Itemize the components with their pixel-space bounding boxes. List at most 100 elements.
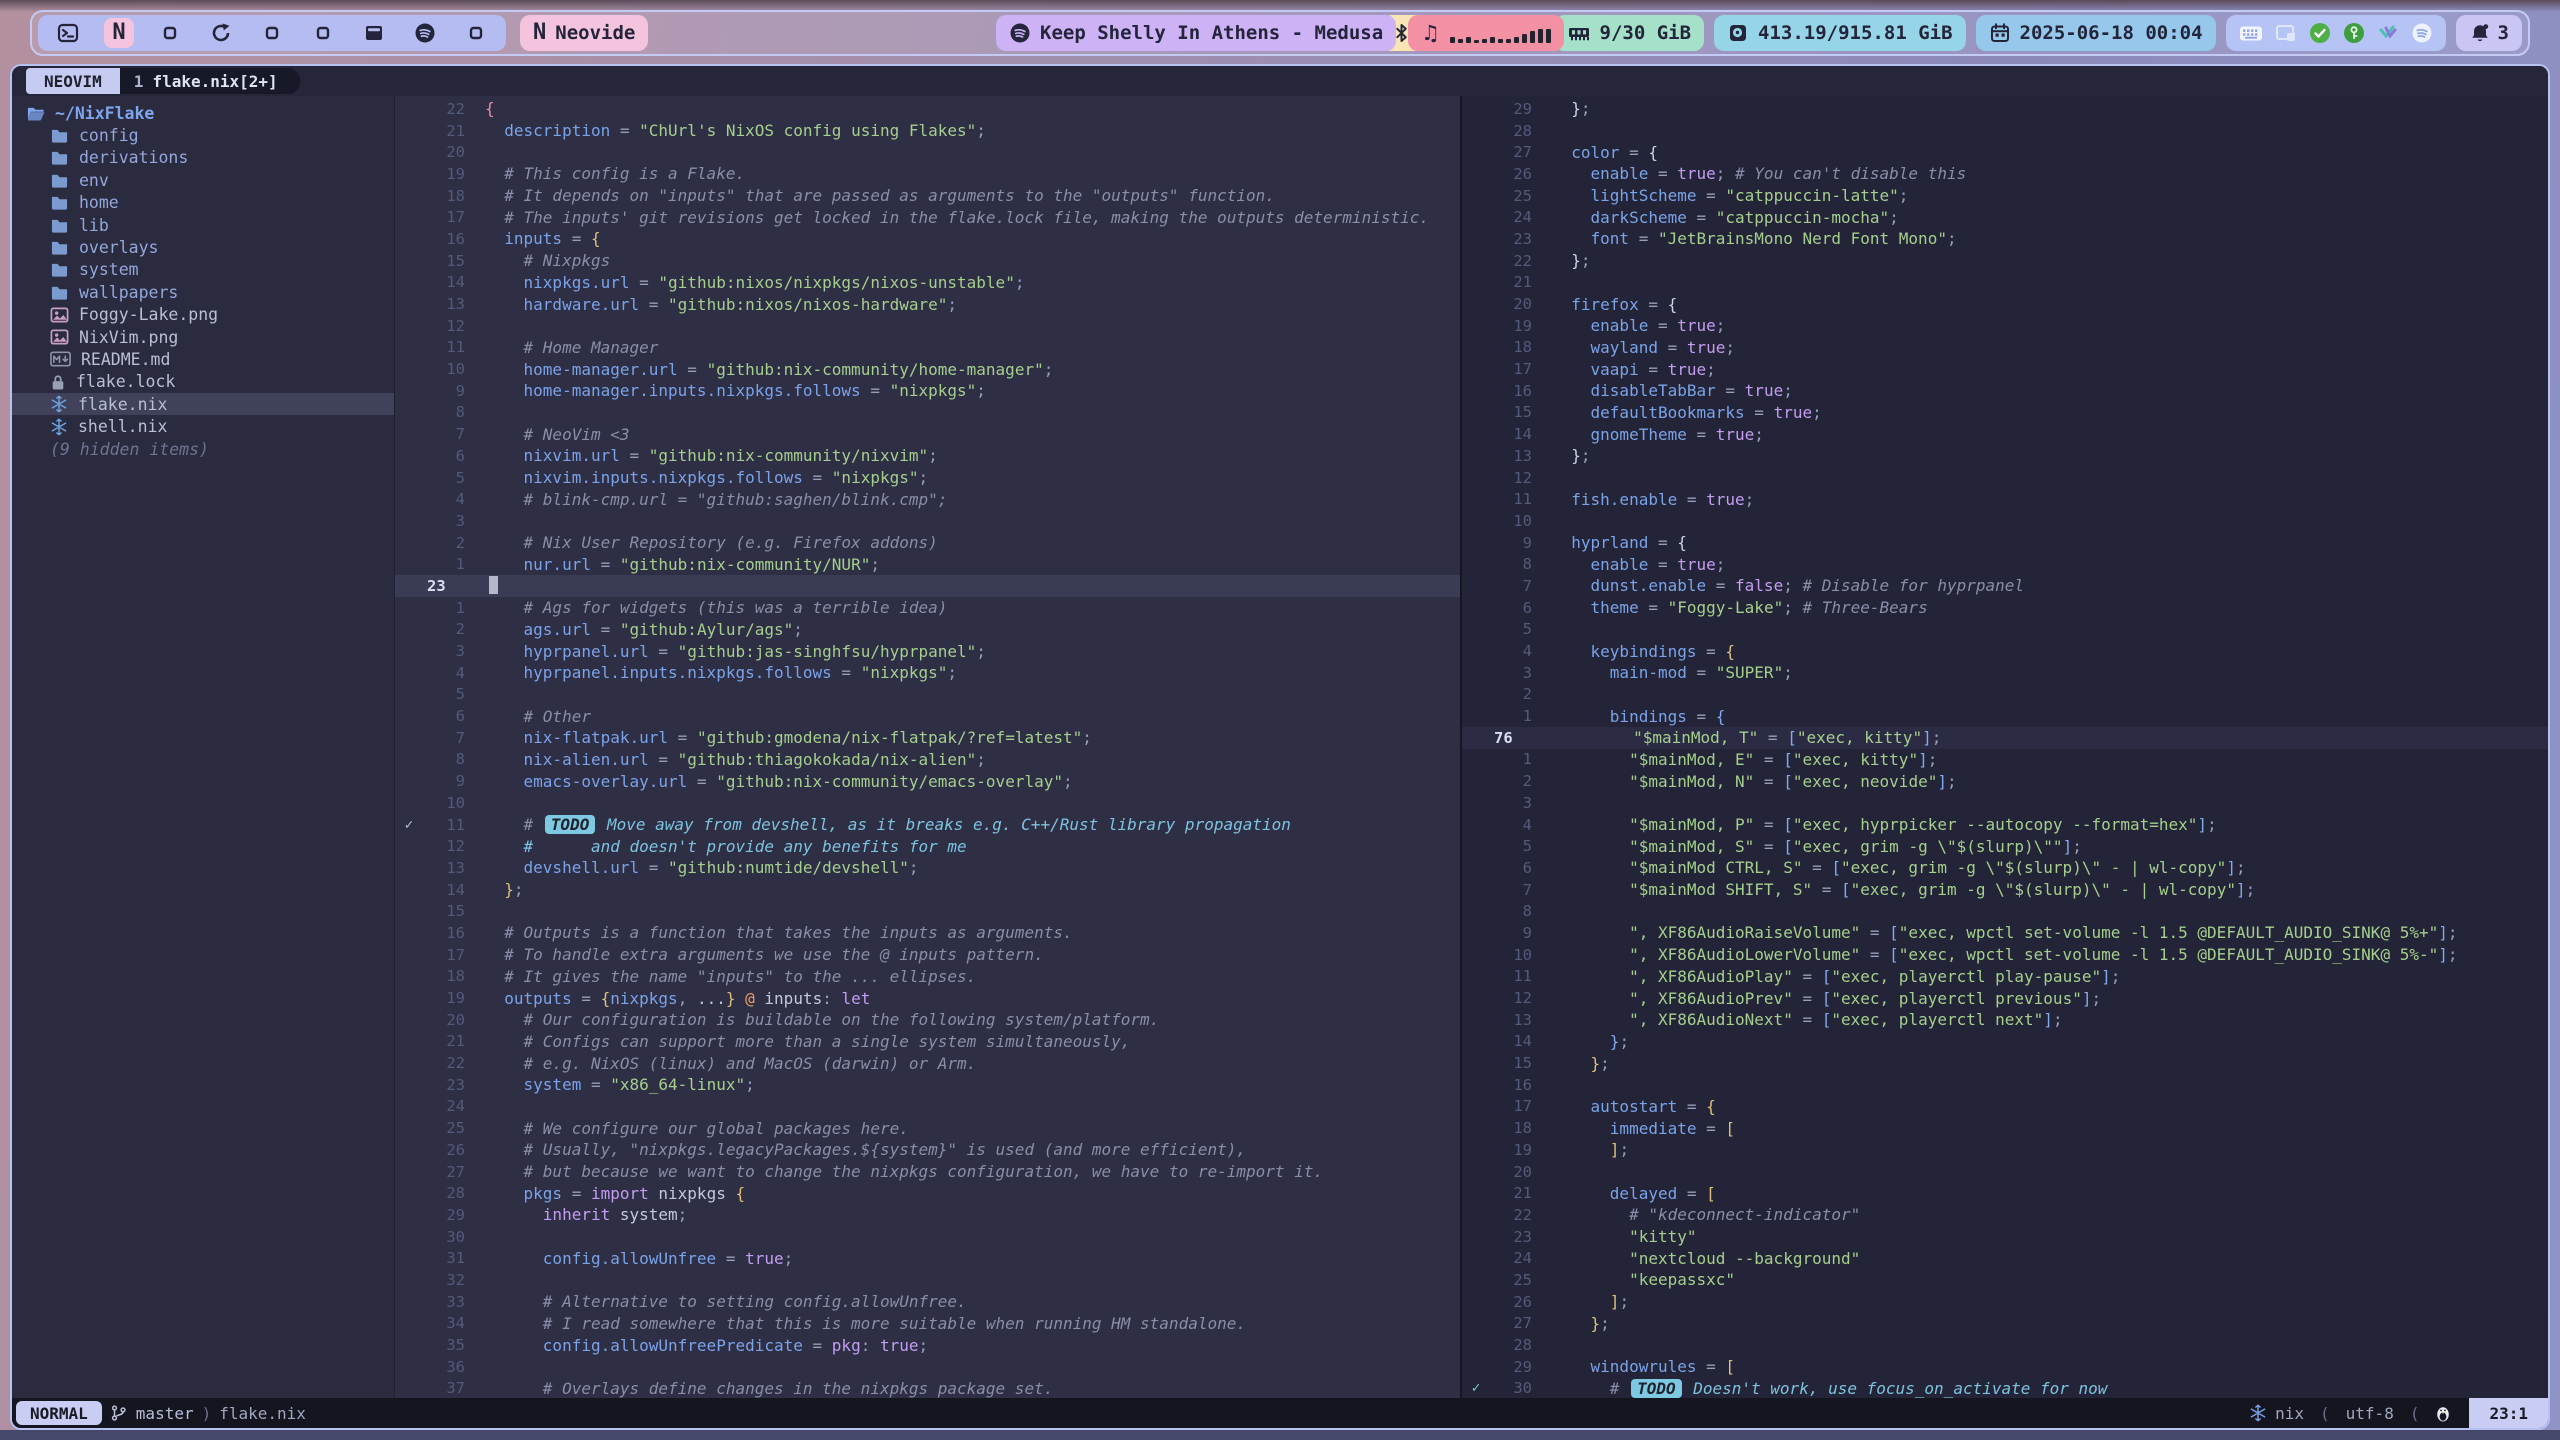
code-line[interactable]: ✓11 # TODO Move away from devshell, as i… — [395, 814, 1460, 836]
code-line[interactable]: 16 — [1462, 1074, 2548, 1096]
code-line[interactable]: 4 keybindings = { — [1462, 640, 2548, 662]
code-line[interactable]: 1 # Ags for widgets (this was a terrible… — [395, 597, 1460, 619]
code-line[interactable]: 18 immediate = [ — [1462, 1117, 2548, 1139]
workspace-9-empty[interactable] — [461, 18, 491, 48]
code-line[interactable]: 36 — [395, 1356, 1460, 1378]
code-line[interactable]: 15 defaultBookmarks = true; — [1462, 402, 2548, 424]
code-line[interactable]: 12 — [395, 315, 1460, 337]
code-line[interactable]: 30 — [395, 1226, 1460, 1248]
tree-item-nixvim-png[interactable]: NixVim.png — [12, 326, 394, 348]
code-line[interactable]: 20 — [395, 141, 1460, 163]
code-line[interactable]: 2 # Nix User Repository (e.g. Firefox ad… — [395, 532, 1460, 554]
tree-item-overlays[interactable]: overlays — [12, 236, 394, 258]
code-line[interactable]: 22 # e.g. NixOS (linux) and MacOS (darwi… — [395, 1052, 1460, 1074]
code-line[interactable]: 27 color = { — [1462, 141, 2548, 163]
code-line[interactable]: 10 ", XF86AudioLowerVolume" = ["exec, wp… — [1462, 944, 2548, 966]
code-line-current[interactable]: 76 "$mainMod, T" = ["exec, kitty"]; — [1462, 727, 2548, 749]
audio-visualizer-widget[interactable]: ♫ — [1408, 15, 1564, 51]
code-line[interactable]: 7 nix-flatpak.url = "github:gmodena/nix-… — [395, 727, 1460, 749]
code-line[interactable]: 2 ags.url = "github:Aylur/ags"; — [395, 619, 1460, 641]
code-line[interactable]: 22{ — [395, 98, 1460, 120]
code-line[interactable]: 31 config.allowUnfree = true; — [395, 1247, 1460, 1269]
code-line[interactable]: 13 hardware.url = "github:nixos/nixos-ha… — [395, 293, 1460, 315]
check-circle-icon[interactable] — [2309, 22, 2331, 44]
code-line[interactable]: 12 # and doesn't provide any benefits fo… — [395, 835, 1460, 857]
code-line[interactable]: 32 — [395, 1269, 1460, 1291]
code-line[interactable]: 10 — [1462, 510, 2548, 532]
key-circle-icon[interactable] — [2343, 22, 2365, 44]
code-line[interactable]: 21 # Configs can support more than a sin… — [395, 1031, 1460, 1053]
code-line[interactable]: 17 # The inputs' git revisions get locke… — [395, 206, 1460, 228]
code-line[interactable]: 25 lightScheme = "catppuccin-latte"; — [1462, 185, 2548, 207]
code-line[interactable]: 28 — [1462, 1334, 2548, 1356]
code-line[interactable]: 17 vaapi = true; — [1462, 358, 2548, 380]
code-line[interactable]: 11 ", XF86AudioPlay" = ["exec, playerctl… — [1462, 966, 2548, 988]
code-line[interactable]: 8 — [1462, 900, 2548, 922]
code-line[interactable]: 7 dunst.enable = false; # Disable for hy… — [1462, 575, 2548, 597]
code-line[interactable]: 17 # To handle extra arguments we use th… — [395, 944, 1460, 966]
code-line[interactable]: 27 }; — [1462, 1313, 2548, 1335]
code-line[interactable]: 16 disableTabBar = true; — [1462, 380, 2548, 402]
code-line[interactable]: 11 fish.enable = true; — [1462, 488, 2548, 510]
code-line[interactable]: 6 nixvim.url = "github:nix-community/nix… — [395, 445, 1460, 467]
code-line-current[interactable]: 23 — [395, 575, 1460, 597]
tree-item-flake-lock[interactable]: flake.lock — [12, 371, 394, 393]
code-line[interactable]: 11 # Home Manager — [395, 337, 1460, 359]
code-line[interactable]: 3 hyprpanel.url = "github:jas-singhfsu/h… — [395, 640, 1460, 662]
code-line[interactable]: 9 hyprland = { — [1462, 532, 2548, 554]
disk-widget[interactable]: 413.19/915.81 GiB — [1714, 15, 1965, 51]
code-line[interactable]: 1 nur.url = "github:nix-community/NUR"; — [395, 553, 1460, 575]
workspace-8-spotify[interactable] — [410, 18, 440, 48]
code-line[interactable]: 21 — [1462, 272, 2548, 294]
code-line[interactable]: 5 "$mainMod, S" = ["exec, grim -g \"$(sl… — [1462, 835, 2548, 857]
code-line[interactable]: 16 # Outputs is a function that takes th… — [395, 922, 1460, 944]
code-line[interactable]: 12 — [1462, 467, 2548, 489]
code-line[interactable]: 1 "$mainMod, E" = ["exec, kitty"]; — [1462, 749, 2548, 771]
code-line[interactable]: 16 inputs = { — [395, 228, 1460, 250]
code-line[interactable]: 29 inherit system; — [395, 1204, 1460, 1226]
tree-item-home[interactable]: home — [12, 192, 394, 214]
code-line[interactable]: 28 — [1462, 120, 2548, 142]
code-line[interactable]: 33 # Alternative to setting config.allow… — [395, 1291, 1460, 1313]
code-line[interactable]: 23 "kitty" — [1462, 1226, 2548, 1248]
workspace-4-refresh[interactable] — [206, 18, 236, 48]
workspace-2-neovim[interactable]: N — [104, 18, 134, 48]
keyboard-icon[interactable] — [2239, 24, 2263, 43]
code-line[interactable]: 29 windowrules = [ — [1462, 1356, 2548, 1378]
code-line[interactable]: 19 ]; — [1462, 1139, 2548, 1161]
workspace-3-empty[interactable] — [155, 18, 185, 48]
workspace-1-terminal[interactable] — [53, 18, 83, 48]
code-line[interactable]: 9 ", XF86AudioRaiseVolume" = ["exec, wpc… — [1462, 922, 2548, 944]
code-line[interactable]: 3 — [1462, 792, 2548, 814]
tree-item-wallpapers[interactable]: wallpapers — [12, 281, 394, 303]
code-line[interactable]: 13 ", XF86AudioNext" = ["exec, playerctl… — [1462, 1009, 2548, 1031]
code-line[interactable]: 14 nixpkgs.url = "github:nixos/nixpkgs/n… — [395, 272, 1460, 294]
code-line[interactable]: 9 emacs-overlay.url = "github:nix-commun… — [395, 770, 1460, 792]
code-line[interactable]: 20 — [1462, 1161, 2548, 1183]
code-line[interactable]: 23 font = "JetBrainsMono Nerd Font Mono"… — [1462, 228, 2548, 250]
tree-item-foggy-lake-png[interactable]: Foggy-Lake.png — [12, 304, 394, 326]
code-line[interactable]: 29 }; — [1462, 98, 2548, 120]
code-line[interactable]: 26 enable = true; # You can't disable th… — [1462, 163, 2548, 185]
tree-item-env[interactable]: env — [12, 169, 394, 191]
code-line[interactable]: 8 nix-alien.url = "github:thiagokokada/n… — [395, 749, 1460, 771]
workspace-6-empty[interactable] — [308, 18, 338, 48]
code-line[interactable]: 14 }; — [1462, 1031, 2548, 1053]
code-line[interactable]: 7 "$mainMod SHIFT, S" = ["exec, grim -g … — [1462, 879, 2548, 901]
code-line[interactable]: 2 — [1462, 684, 2548, 706]
code-line[interactable]: 8 enable = true; — [1462, 553, 2548, 575]
code-line[interactable]: 22 }; — [1462, 250, 2548, 272]
code-line[interactable]: 28 pkgs = import nixpkgs { — [395, 1182, 1460, 1204]
workspace-7-window[interactable] — [359, 18, 389, 48]
screenshot-icon[interactable] — [2275, 22, 2297, 44]
code-line[interactable]: 15 }; — [1462, 1052, 2548, 1074]
code-line[interactable]: 15 — [395, 900, 1460, 922]
code-line[interactable]: 4 "$mainMod, P" = ["exec, hyprpicker --a… — [1462, 814, 2548, 836]
code-line[interactable]: 24 — [395, 1096, 1460, 1118]
code-line[interactable]: 6 "$mainMod CTRL, S" = ["exec, grim -g \… — [1462, 857, 2548, 879]
focused-window-pill[interactable]: N Neovide — [520, 15, 648, 51]
code-line[interactable]: 15 # Nixpkgs — [395, 250, 1460, 272]
tree-item-system[interactable]: system — [12, 259, 394, 281]
code-line[interactable]: 2 "$mainMod, N" = ["exec, neovide"]; — [1462, 770, 2548, 792]
code-line[interactable]: 18 # It gives the name "inputs" to the .… — [395, 966, 1460, 988]
